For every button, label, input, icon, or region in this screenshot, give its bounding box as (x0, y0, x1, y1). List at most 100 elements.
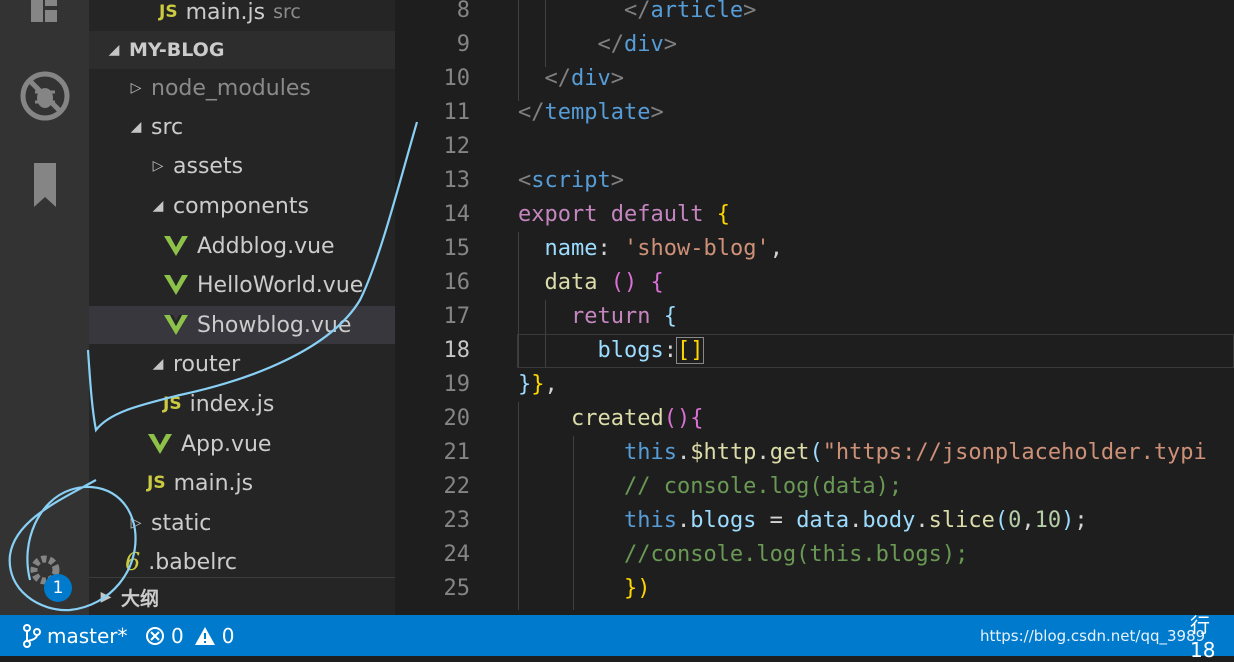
code-editor[interactable]: 8 </article> 9 </div> 10 </div> 11 </templat… (395, 0, 1234, 615)
no-debug-icon[interactable] (0, 70, 89, 122)
code-line[interactable]: 20 created(){ (395, 402, 1234, 436)
code-line[interactable]: 10 </div> (395, 62, 1234, 96)
open-editor-label: main.js (185, 0, 266, 25)
vue-file-icon (147, 433, 173, 455)
chevron-down-icon: ◢ (130, 119, 142, 135)
tree-item-label: App.vue (181, 431, 272, 457)
project-section-header[interactable]: ◢ MY-BLOG (89, 31, 395, 69)
line-number: 21 (443, 440, 471, 465)
line-number: 20 (443, 406, 471, 431)
tree-item-label: router (173, 351, 241, 377)
code-line[interactable]: 14 export default { (395, 198, 1234, 232)
tree-file-item[interactable]: Addblog.vue (89, 227, 395, 265)
tree-file-item[interactable]: HelloWorld.vue (89, 266, 395, 304)
chevron-right-icon: ▶ (100, 589, 112, 605)
code-line[interactable]: 16 data () { (395, 266, 1234, 300)
tree-file-item[interactable]: 6 .babelrc (89, 543, 395, 581)
tree-item-label: Addblog.vue (197, 233, 335, 259)
code-text: name: 'show-blog', (544, 236, 783, 261)
code-line[interactable]: 19}}, (395, 368, 1234, 402)
line-number: 9 (456, 32, 470, 57)
tree-folder-item[interactable]: ▷ node_modules (89, 69, 395, 107)
problems-status[interactable]: 0 0 (145, 615, 234, 656)
js-file-icon: JS (147, 473, 166, 493)
code-line[interactable]: 25 }) (395, 572, 1234, 606)
code-line[interactable]: 24 //console.log(this.blogs); (395, 538, 1234, 572)
code-text: </div> (518, 66, 624, 91)
tree-folder-item[interactable]: ▷ static (89, 504, 395, 542)
outline-title: 大纲 (121, 587, 160, 610)
line-number: 19 (443, 372, 471, 397)
settings-badge: 1 (44, 574, 72, 602)
line-number: 13 (443, 168, 471, 193)
tree-item-label: src (151, 114, 184, 140)
vue-file-icon (163, 235, 189, 257)
code-line[interactable]: 11 </template> (395, 96, 1234, 130)
error-icon (146, 626, 164, 645)
tree-item-label: static (151, 510, 212, 536)
code-line[interactable]: 12 (395, 130, 1234, 164)
tree-item-label: assets (173, 153, 244, 179)
tree-folder-item[interactable]: ◢ src (89, 108, 395, 146)
tree-folder-item[interactable]: ◢ router (89, 345, 395, 383)
code-text: }) (623, 576, 651, 601)
tree-file-item[interactable]: JS index.js (89, 385, 395, 423)
tree-file-item[interactable]: Showblog.vue (89, 306, 395, 344)
code-line[interactable]: 8 </article> (395, 0, 1234, 28)
code-line[interactable]: 21 this.$http.get("https://jsonplacehold… (395, 436, 1234, 470)
watermark-text: https://blog.csdn.net/qq_3989 (980, 626, 1206, 645)
open-editor-desc: src (273, 1, 301, 23)
cursor-position[interactable]: 行 18 (1190, 613, 1234, 662)
extensions-icon[interactable] (0, 0, 89, 30)
line-number: 22 (443, 474, 471, 499)
tree-item-label: main.js (173, 470, 254, 496)
line-number: 15 (443, 236, 471, 261)
code-text: export default { (518, 202, 730, 227)
chevron-right-icon: ▷ (152, 158, 164, 174)
code-line[interactable]: 13 <script> (395, 164, 1234, 198)
code-text: </article> (518, 0, 757, 23)
bookmark-icon[interactable] (0, 160, 89, 210)
code-text: // console.log(data); (623, 474, 903, 499)
git-branch-icon (23, 623, 41, 648)
status-bar: master* 0 0 https://blog.csdn.net/qq_398… (0, 613, 1234, 662)
code-line[interactable]: 17 return { (395, 300, 1234, 334)
line-number: 23 (443, 508, 471, 533)
code-line[interactable]: 18 blogs:[] (395, 334, 1234, 368)
open-editor-item[interactable]: JS main.js src (89, 0, 395, 31)
line-number: 17 (443, 304, 471, 329)
code-text: this.$http.get("https://jsonplaceholder.… (623, 440, 1207, 465)
tree-folder-item[interactable]: ▷ assets (89, 147, 395, 185)
tree-file-item[interactable]: JS main.js (89, 464, 395, 502)
chevron-down-icon: ◢ (108, 42, 120, 58)
project-title: MY-BLOG (129, 39, 225, 61)
tree-folder-item[interactable]: ◢ components (89, 187, 395, 225)
code-line[interactable]: 23 this.blogs = data.body.slice(0,10); (395, 504, 1234, 538)
code-text: data () { (544, 270, 664, 295)
babel-file-icon: 6 (125, 548, 141, 576)
js-file-icon: JS (163, 394, 182, 414)
code-line[interactable]: 9 </div> (395, 28, 1234, 62)
line-number: 10 (443, 66, 471, 91)
code-text: return { (570, 304, 677, 329)
vue-file-icon (163, 274, 189, 296)
warning-icon (194, 626, 215, 645)
error-count: 0 (171, 623, 184, 648)
tree-item-label: index.js (189, 391, 275, 417)
line-number: 11 (443, 100, 471, 125)
chevron-down-icon: ◢ (152, 198, 164, 214)
code-line[interactable]: 22 // console.log(data); (395, 470, 1234, 504)
vue-file-icon (163, 314, 189, 336)
tree-file-item[interactable]: App.vue (89, 425, 395, 463)
activity-bar: 1 (0, 0, 89, 615)
code-text: created(){ (570, 406, 704, 431)
branch-status[interactable]: master* (22, 615, 128, 656)
outline-section-header[interactable]: ▶ 大纲 (89, 577, 395, 615)
code-text: <script> (518, 168, 624, 193)
line-number: 16 (443, 270, 471, 295)
code-text: </template> (518, 100, 664, 125)
chevron-right-icon: ▷ (130, 80, 142, 96)
explorer-sidebar: JS main.js src ◢ MY-BLOG ▷ node_modules ◢ s… (89, 0, 395, 615)
line-number: 12 (443, 134, 471, 159)
code-line[interactable]: 15 name: 'show-blog', (395, 232, 1234, 266)
